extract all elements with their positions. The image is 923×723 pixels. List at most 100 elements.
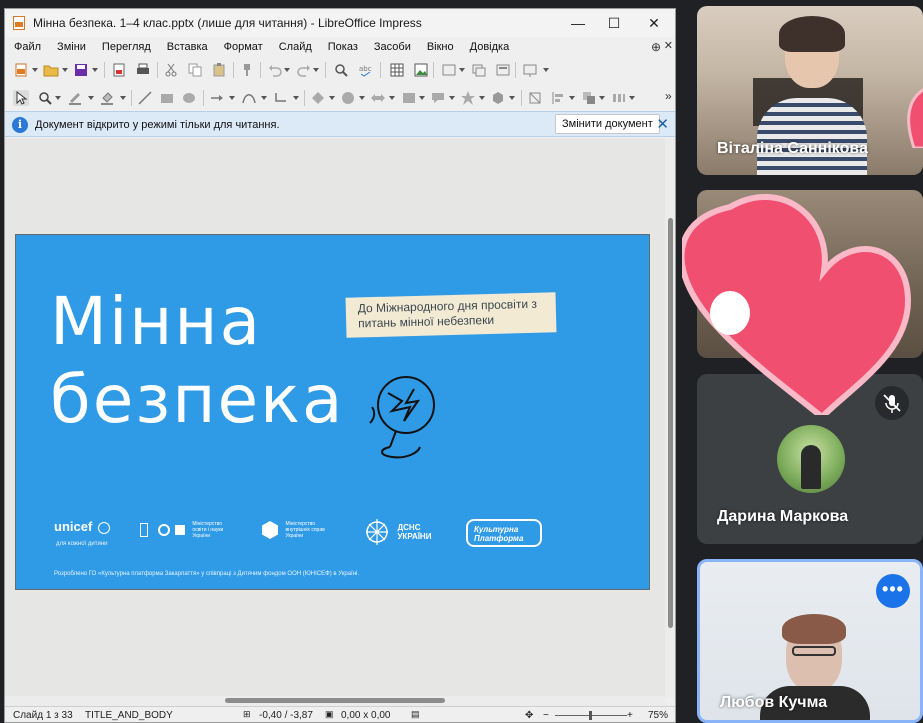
image-icon[interactable] (413, 62, 429, 78)
fill-color-icon[interactable] (99, 90, 115, 106)
close-window-button[interactable]: ✕ (643, 13, 665, 33)
chevron-down-icon[interactable] (55, 96, 61, 100)
cut-icon[interactable] (163, 62, 179, 78)
zoom-icon[interactable] (37, 90, 53, 106)
chevron-down-icon[interactable] (313, 68, 319, 72)
curve-icon[interactable] (241, 90, 257, 106)
title-bar[interactable]: Мінна безпека. 1–4 клас.pptx (лише для ч… (5, 9, 675, 37)
chevron-down-icon[interactable] (229, 96, 235, 100)
slide-show-icon[interactable] (522, 62, 538, 78)
symbol-shapes-icon[interactable] (340, 90, 356, 106)
minimize-button[interactable]: — (567, 13, 589, 33)
chevron-down-icon[interactable] (329, 96, 335, 100)
participant-tile[interactable]: Віталіна Саннікова (697, 6, 923, 175)
display-views-icon[interactable] (441, 62, 457, 78)
menu-help[interactable]: Довідка (462, 41, 518, 53)
slide-canvas[interactable]: Мінна безпека До Міжнародного дня просві… (15, 234, 650, 590)
arrange-icon[interactable] (581, 90, 597, 106)
toolbar-overflow-icon[interactable]: » (665, 89, 672, 103)
mic-off-glyph (883, 394, 901, 413)
3d-objects-icon[interactable] (490, 90, 506, 106)
spellcheck-icon[interactable]: abc (358, 62, 374, 78)
more-options-button[interactable]: ••• (876, 574, 910, 608)
chevron-down-icon[interactable] (509, 96, 515, 100)
master-slide-icon[interactable] (471, 62, 487, 78)
print-icon[interactable] (135, 62, 151, 78)
undo-icon[interactable] (267, 62, 283, 78)
chevron-down-icon[interactable] (62, 68, 68, 72)
mic-off-icon (875, 386, 909, 420)
slide-workspace[interactable]: Мінна безпека До Міжнародного дня просві… (5, 138, 665, 696)
clone-formatting-icon[interactable] (239, 62, 255, 78)
horizontal-scrollbar[interactable] (5, 696, 665, 706)
horizontal-scroll-thumb[interactable] (225, 698, 445, 703)
stars-icon[interactable] (460, 90, 476, 106)
chevron-down-icon[interactable] (479, 96, 485, 100)
copy-icon[interactable] (187, 62, 203, 78)
line-tool-icon[interactable] (137, 90, 153, 106)
menu-format[interactable]: Формат (216, 41, 271, 53)
chevron-down-icon[interactable] (359, 96, 365, 100)
close-document-icon[interactable]: ✕ (664, 39, 673, 52)
table-icon[interactable] (389, 62, 405, 78)
arrow-line-icon[interactable] (209, 90, 225, 106)
export-pdf-icon[interactable] (111, 62, 127, 78)
unicef-logo: unicef (54, 519, 110, 534)
maximize-button[interactable]: ☐ (603, 13, 625, 33)
rectangle-tool-icon[interactable] (159, 90, 175, 106)
flowchart-icon[interactable] (401, 90, 417, 106)
menu-file[interactable]: Файл (5, 41, 49, 53)
chevron-down-icon[interactable] (261, 96, 267, 100)
fit-slide-icon[interactable]: ✥ (525, 710, 533, 721)
menu-slide[interactable]: Слайд (271, 41, 320, 53)
chevron-down-icon[interactable] (543, 68, 549, 72)
chevron-down-icon[interactable] (569, 96, 575, 100)
line-color-icon[interactable] (67, 90, 83, 106)
zoom-level[interactable]: 75% (648, 710, 668, 721)
redo-icon[interactable] (296, 62, 312, 78)
layout-name: TITLE_AND_BODY (85, 710, 173, 721)
align-objects-icon[interactable] (551, 90, 567, 106)
ellipse-tool-icon[interactable] (181, 90, 197, 106)
menu-tools[interactable]: Засоби (366, 41, 419, 53)
select-arrow-icon[interactable] (13, 90, 29, 106)
callouts-icon[interactable] (430, 90, 446, 106)
chevron-down-icon[interactable] (389, 96, 395, 100)
chevron-down-icon[interactable] (88, 96, 94, 100)
edit-document-button[interactable]: Змінити документ (555, 114, 660, 134)
chevron-down-icon[interactable] (459, 68, 465, 72)
block-arrows-icon[interactable] (370, 90, 386, 106)
menu-view[interactable]: Перегляд (94, 41, 159, 53)
slide-layout-icon[interactable] (495, 62, 511, 78)
open-folder-icon[interactable] (43, 62, 59, 78)
zoom-slider-thumb[interactable] (589, 711, 592, 720)
vertical-scrollbar[interactable] (665, 138, 675, 698)
connector-icon[interactable] (273, 90, 289, 106)
chevron-down-icon[interactable] (120, 96, 126, 100)
menu-slideshow[interactable]: Показ (320, 41, 366, 53)
globe-icon[interactable]: ⊕ (651, 40, 661, 54)
zoom-in-icon[interactable]: + (627, 710, 633, 721)
find-replace-icon[interactable] (333, 62, 349, 78)
distribute-icon[interactable] (611, 90, 627, 106)
vertical-scroll-thumb[interactable] (668, 218, 673, 628)
chevron-down-icon[interactable] (293, 96, 299, 100)
chevron-down-icon[interactable] (32, 68, 38, 72)
chevron-down-icon[interactable] (449, 96, 455, 100)
chevron-down-icon[interactable] (92, 68, 98, 72)
chevron-down-icon[interactable] (629, 96, 635, 100)
close-infobar-icon[interactable]: ✕ (656, 115, 669, 133)
chevron-down-icon[interactable] (284, 68, 290, 72)
save-icon[interactable] (73, 62, 89, 78)
chevron-down-icon[interactable] (419, 96, 425, 100)
zoom-out-icon[interactable]: − (543, 710, 549, 721)
menu-edit[interactable]: Зміни (49, 41, 94, 53)
paste-icon[interactable] (211, 62, 227, 78)
participant-name: Дарина Маркова (717, 508, 849, 525)
new-document-icon[interactable] (13, 62, 29, 78)
basic-shapes-icon[interactable] (310, 90, 326, 106)
chevron-down-icon[interactable] (599, 96, 605, 100)
rotate-icon[interactable] (527, 90, 543, 106)
menu-insert[interactable]: Вставка (159, 41, 216, 53)
menu-window[interactable]: Вікно (419, 41, 462, 53)
